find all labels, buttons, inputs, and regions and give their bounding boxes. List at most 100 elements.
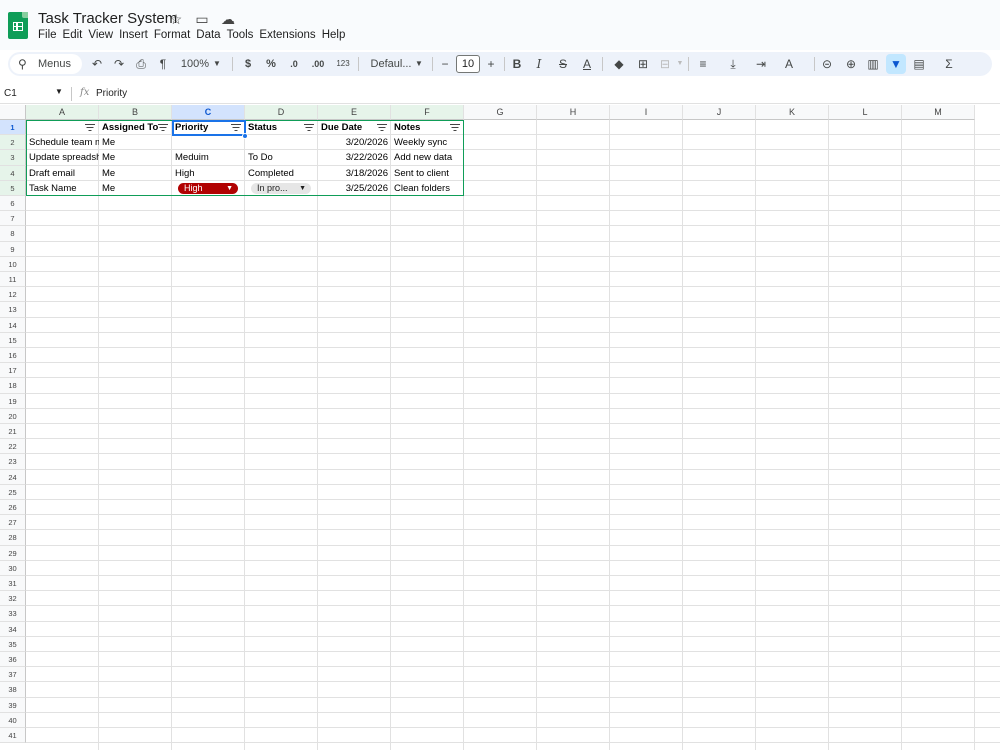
menus-search-button[interactable]: ⚲ Menus [10, 54, 82, 74]
spreadsheet-grid[interactable]: A B C D E F G H I J K L M 1 2 3 4 5 6 7 8 9 10 11 12 13 14 15 16 17 18… [0, 105, 1000, 750]
row-header-22[interactable]: 22 [0, 439, 26, 455]
text-wrapping-icon[interactable]: ⇥ [752, 52, 770, 76]
row-header-31[interactable]: 31 [0, 576, 26, 592]
table-cell[interactable]: 3/18/2026 [318, 166, 391, 181]
formula-input[interactable]: Priority [96, 88, 127, 99]
document-title[interactable]: Task Tracker System [38, 10, 177, 27]
row-header-20[interactable]: 20 [0, 408, 26, 424]
row-header-8[interactable]: 8 [0, 226, 26, 242]
bold-icon[interactable]: B [508, 52, 526, 76]
filter-icon[interactable] [158, 124, 168, 132]
row-header-37[interactable]: 37 [0, 667, 26, 683]
row-header-28[interactable]: 28 [0, 530, 26, 546]
row-header-27[interactable]: 27 [0, 515, 26, 531]
decrease-decimal-button[interactable]: .0 [286, 52, 302, 76]
menu-tools[interactable]: Tools [227, 29, 259, 41]
column-header-f[interactable]: F [391, 105, 464, 120]
table-cell[interactable]: To Do [245, 150, 318, 165]
header-cell-b[interactable]: Assigned To [99, 120, 160, 135]
table-cell[interactable]: Sent to client [391, 166, 464, 181]
redo-icon[interactable]: ↷ [110, 52, 128, 76]
row-header-19[interactable]: 19 [0, 393, 26, 409]
row-header-34[interactable]: 34 [0, 621, 26, 637]
row-header-2[interactable]: 2 [0, 135, 26, 151]
name-box[interactable]: C1 [4, 88, 17, 99]
column-header-i[interactable]: I [610, 105, 683, 120]
header-cell-a[interactable] [26, 120, 87, 135]
table-cell[interactable]: Me [99, 181, 172, 196]
table-cell[interactable]: Task Name [26, 181, 99, 196]
table-cell[interactable]: Draft email [26, 166, 99, 181]
row-header-41[interactable]: 41 [0, 728, 26, 744]
column-header-l[interactable]: L [829, 105, 902, 120]
row-header-23[interactable]: 23 [0, 454, 26, 470]
italic-icon[interactable]: I [530, 52, 548, 76]
borders-icon[interactable]: ⊞ [634, 52, 652, 76]
row-header-36[interactable]: 36 [0, 652, 26, 668]
functions-icon[interactable]: Σ [940, 52, 958, 76]
row-header-21[interactable]: 21 [0, 424, 26, 440]
table-cell[interactable]: 3/22/2026 [318, 150, 391, 165]
column-header-c[interactable]: C [172, 105, 245, 120]
vertical-align-icon[interactable]: ⤓ [724, 52, 742, 76]
row-header-14[interactable]: 14 [0, 317, 26, 333]
filter-icon[interactable] [377, 124, 387, 132]
increase-decimal-button[interactable]: .00 [308, 52, 328, 76]
row-header-1[interactable]: 1 [0, 120, 26, 136]
row-header-4[interactable]: 4 [0, 165, 26, 181]
undo-icon[interactable]: ↶ [88, 52, 106, 76]
zoom-select[interactable]: 100% [180, 52, 210, 76]
row-header-3[interactable]: 3 [0, 150, 26, 166]
filter-icon[interactable] [85, 124, 95, 132]
insert-comment-icon[interactable]: ⊕ [842, 52, 860, 76]
star-icon[interactable]: ☆ [168, 11, 184, 28]
row-header-13[interactable]: 13 [0, 302, 26, 318]
column-header-g[interactable]: G [464, 105, 537, 120]
sheets-logo-icon[interactable] [8, 12, 28, 39]
table-cell[interactable]: High [172, 166, 245, 181]
insert-link-icon[interactable]: ⊝ [818, 52, 836, 76]
fill-handle[interactable] [242, 133, 248, 139]
currency-format-button[interactable]: $ [242, 52, 254, 76]
more-formats-button[interactable]: 123 [334, 52, 352, 76]
increase-font-size-icon[interactable]: + [482, 52, 500, 76]
row-header-11[interactable]: 11 [0, 272, 26, 288]
filter-icon[interactable] [304, 124, 314, 132]
fill-color-icon[interactable]: ◆ [610, 52, 628, 76]
horizontal-align-icon[interactable]: ≡ [694, 52, 712, 76]
column-header-d[interactable]: D [245, 105, 318, 120]
row-header-39[interactable]: 39 [0, 697, 26, 713]
row-header-17[interactable]: 17 [0, 363, 26, 379]
table-cell[interactable]: Schedule team meeting [26, 135, 99, 150]
menu-help[interactable]: Help [322, 29, 351, 41]
text-color-icon[interactable]: A [578, 52, 596, 76]
row-header-15[interactable]: 15 [0, 332, 26, 348]
print-icon[interactable]: ⎙ [132, 52, 150, 76]
text-rotation-icon[interactable]: A [780, 52, 798, 76]
name-box-caret-icon[interactable]: ▼ [55, 87, 63, 96]
row-header-33[interactable]: 33 [0, 606, 26, 622]
column-header-b[interactable]: B [99, 105, 172, 120]
table-cell[interactable]: Update spreadsheet [26, 150, 99, 165]
menu-edit[interactable]: Edit [63, 29, 88, 41]
row-header-10[interactable]: 10 [0, 256, 26, 272]
table-cell[interactable]: Clean folders [391, 181, 464, 196]
menu-file[interactable]: File [38, 29, 62, 41]
table-cell[interactable]: Add new data [391, 150, 464, 165]
column-header-m[interactable]: M [902, 105, 975, 120]
column-header-k[interactable]: K [756, 105, 829, 120]
row-header-7[interactable]: 7 [0, 211, 26, 227]
filter-views-icon[interactable]: ▤ [910, 52, 928, 76]
column-header-a[interactable]: A [26, 105, 99, 120]
move-folder-icon[interactable]: ▭ [194, 11, 210, 28]
merge-cells-icon[interactable]: ⊟ [656, 52, 674, 76]
filter-icon[interactable]: ▼ [887, 52, 905, 76]
row-header-24[interactable]: 24 [0, 469, 26, 485]
table-cell[interactable]: Meduim [172, 150, 245, 165]
header-cell-f[interactable]: Notes [391, 120, 452, 135]
header-cell-d[interactable]: Status [245, 120, 306, 135]
row-header-26[interactable]: 26 [0, 500, 26, 516]
table-cell[interactable]: Me [99, 166, 172, 181]
table-cell[interactable]: Me [99, 150, 172, 165]
table-cell[interactable]: 3/20/2026 [318, 135, 391, 150]
